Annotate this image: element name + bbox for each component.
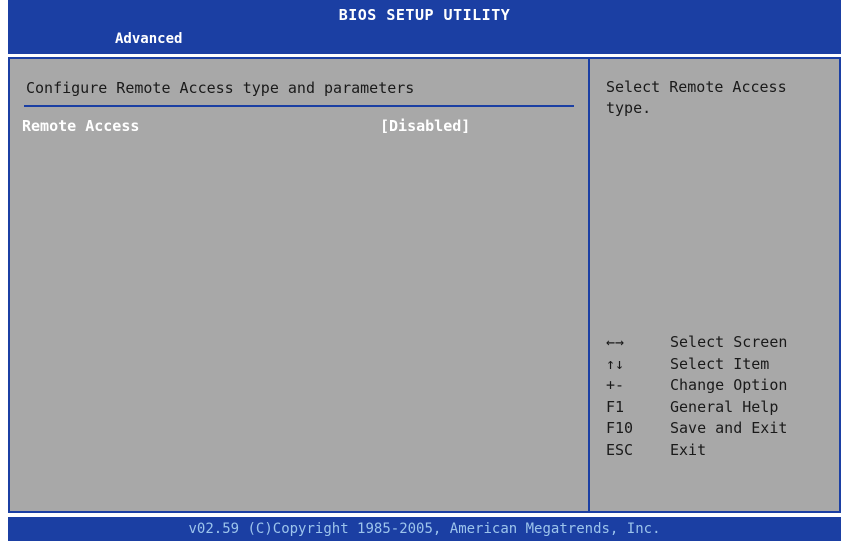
key-legend-row: ↑↓ Select Item xyxy=(606,354,836,376)
key-name: +- xyxy=(606,376,625,394)
remote-access-label: Remote Access xyxy=(22,117,140,135)
remote-access-value[interactable]: [Disabled] xyxy=(380,117,470,135)
help-panel-divider xyxy=(588,59,590,511)
key-legend-row: F1 General Help xyxy=(606,397,836,419)
app-title: BIOS SETUP UTILITY xyxy=(338,6,511,24)
key-legend-row: +- Change Option xyxy=(606,375,836,397)
key-legend-row: F10 Save and Exit xyxy=(606,418,836,440)
key-description: Exit xyxy=(670,440,707,459)
key-name: ESC xyxy=(606,440,634,459)
key-name: F10 xyxy=(606,419,634,437)
left-right-arrows-icon: ←→ xyxy=(606,333,625,351)
section-divider xyxy=(24,105,574,107)
up-down-arrows-icon: ↑↓ xyxy=(606,354,625,373)
key-description: General Help xyxy=(670,397,779,416)
section-title: Configure Remote Access type and paramet… xyxy=(26,79,415,97)
footer-bar: v02.59 (C)Copyright 1985-2005, American … xyxy=(8,517,841,541)
tab-advanced[interactable]: Advanced xyxy=(115,31,182,47)
key-name: F1 xyxy=(606,397,625,416)
help-text: Select Remote Access type. xyxy=(606,78,787,117)
remote-access-option[interactable]: Remote Access [Disabled] xyxy=(20,115,580,137)
key-description: Select Item xyxy=(670,354,770,373)
key-description: Change Option xyxy=(670,376,788,394)
key-legend-row: ←→ Select Screen xyxy=(606,332,836,354)
key-legend: ←→ Select Screen ↑↓ Select Item +- Chang… xyxy=(606,332,836,461)
key-description: Select Screen xyxy=(670,333,788,351)
key-description: Save and Exit xyxy=(670,419,788,437)
key-legend-row: ESC Exit xyxy=(606,440,836,462)
copyright-text: v02.59 (C)Copyright 1985-2005, American … xyxy=(188,521,661,537)
main-panel: Configure Remote Access type and paramet… xyxy=(8,57,841,513)
title-bar: BIOS SETUP UTILITY Advanced xyxy=(8,0,841,54)
